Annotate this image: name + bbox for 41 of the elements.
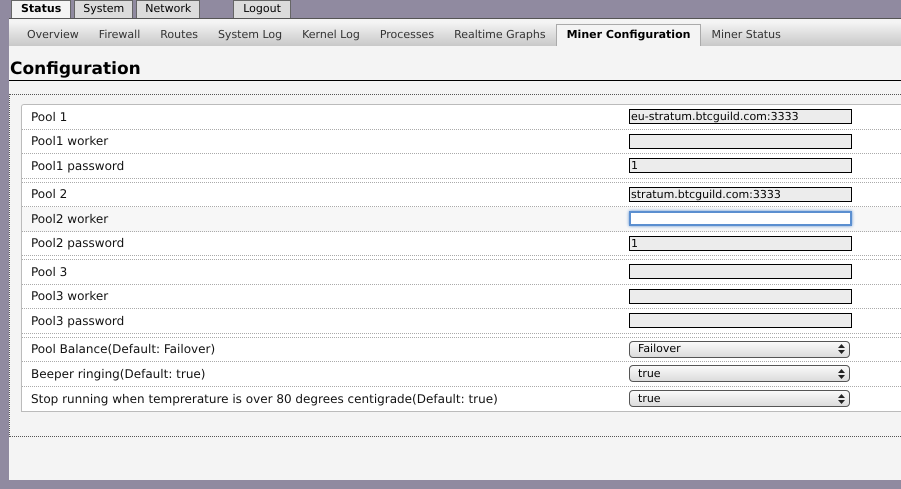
- nav-tab[interactable]: Miner Status: [701, 25, 791, 46]
- text-field[interactable]: [629, 264, 852, 280]
- text-field[interactable]: [629, 134, 852, 149]
- nav-tab[interactable]: Kernel Log: [292, 25, 370, 46]
- top-tab[interactable]: System: [74, 0, 134, 18]
- text-field[interactable]: 1: [629, 236, 852, 251]
- field-label: Pool1 password: [31, 158, 126, 175]
- page-heading: Configuration: [9, 59, 901, 81]
- stepper-icon: [838, 394, 845, 404]
- text-field[interactable]: [629, 288, 852, 304]
- nav-tab[interactable]: Routes: [150, 25, 208, 46]
- dropdown[interactable]: true: [629, 390, 850, 408]
- dropdown[interactable]: Failover: [629, 340, 850, 358]
- field-label: Pool3 password: [31, 312, 126, 330]
- text-field[interactable]: [629, 313, 852, 328]
- field-label: Pool1 worker: [31, 133, 110, 150]
- nav-tab[interactable]: Processes: [370, 25, 444, 46]
- nav-tab[interactable]: Miner Configuration: [556, 24, 702, 46]
- text-field[interactable]: stratum.btcguild.com:3333: [629, 186, 852, 202]
- field-label: Pool 3: [31, 264, 68, 281]
- field-label: Pool3 worker: [31, 288, 110, 306]
- stepper-icon: [838, 344, 845, 354]
- top-tab[interactable]: Logout: [233, 0, 291, 18]
- field-label: Pool2 password: [31, 235, 126, 252]
- field-label: Stop running when temprerature is over 80 degrees centigrade(Default: true): [31, 390, 499, 408]
- text-field[interactable]: eu-stratum.btcguild.com:3333: [629, 109, 852, 124]
- top-tab[interactable]: Network: [136, 0, 200, 18]
- field-label: Pool 1: [31, 108, 68, 126]
- field-label: Beeper ringing(Default: true): [31, 366, 206, 383]
- stepper-icon: [838, 368, 845, 379]
- text-field[interactable]: 1: [629, 158, 852, 174]
- field-label: Pool 2: [31, 186, 68, 204]
- nav-tab[interactable]: Firewall: [88, 25, 150, 46]
- nav-tab[interactable]: Overview: [17, 25, 89, 46]
- text-field[interactable]: [629, 211, 852, 226]
- dropdown[interactable]: true: [629, 365, 850, 382]
- field-label: Pool2 worker: [31, 210, 110, 228]
- nav-tab[interactable]: Realtime Graphs: [444, 25, 556, 46]
- field-label: Pool Balance(Default: Failover): [31, 341, 216, 358]
- nav-tab[interactable]: System Log: [208, 25, 292, 46]
- top-tab[interactable]: Status: [11, 0, 72, 18]
